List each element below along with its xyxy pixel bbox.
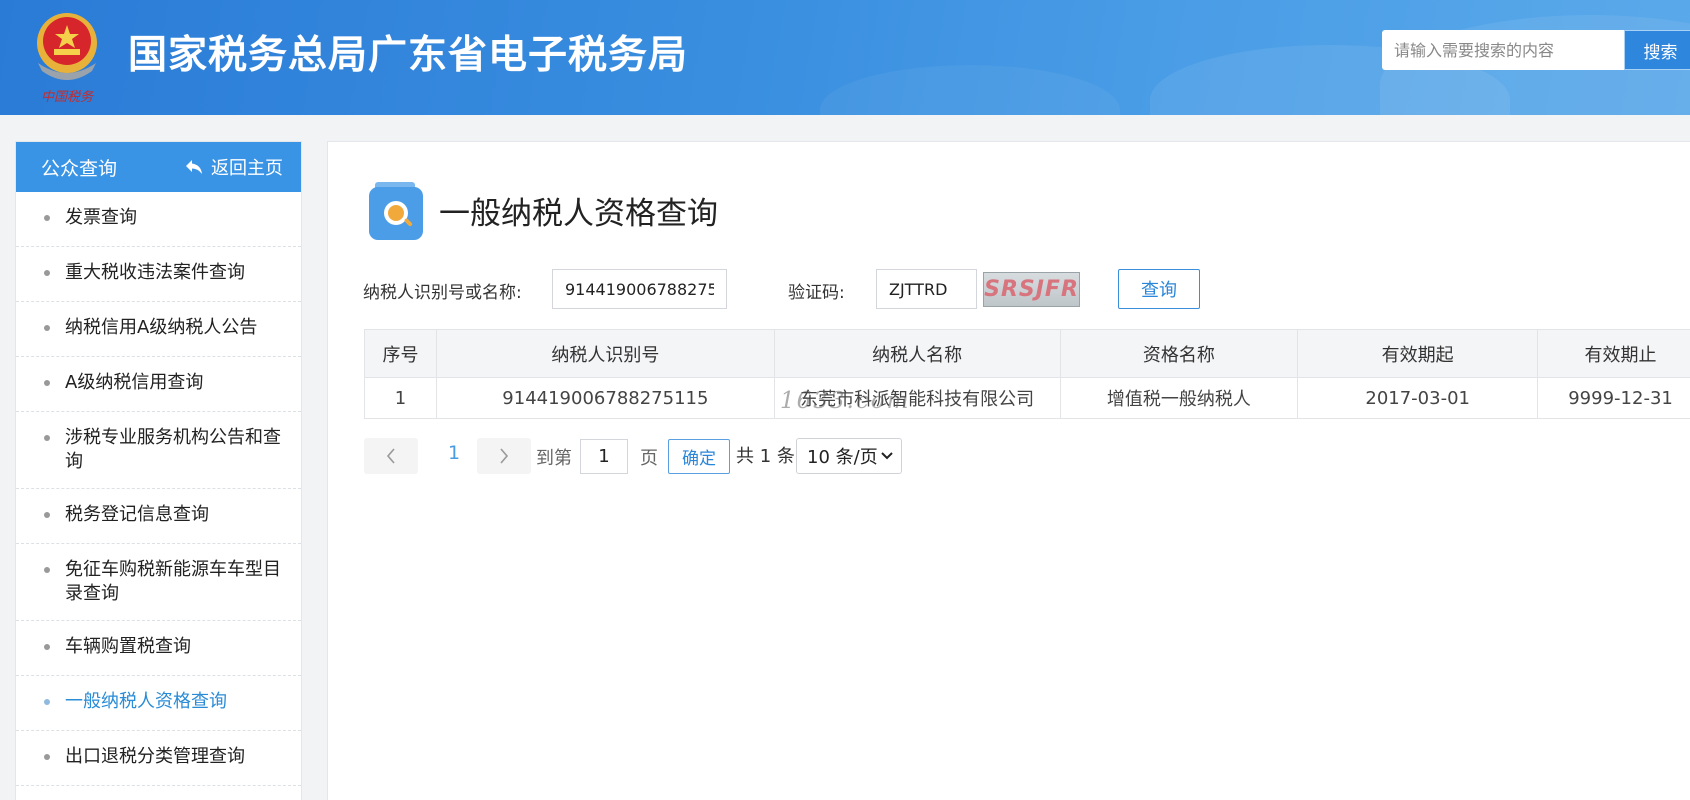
column-header: 序号 <box>364 329 437 378</box>
back-home-link[interactable]: 返回主页 <box>185 154 283 180</box>
bullet-icon <box>44 644 50 650</box>
watermark: 1633.com <box>780 388 911 414</box>
sidebar-item-a-level-credit-query[interactable]: A级纳税信用查询 <box>16 357 301 412</box>
page-size-select[interactable]: 10 条/页 <box>796 438 902 474</box>
search-button[interactable]: 搜索 <box>1624 30 1690 70</box>
column-header: 纳税人识别号 <box>435 329 775 378</box>
table-cell: 1 <box>364 377 437 419</box>
next-page-button[interactable] <box>477 438 531 474</box>
sidebar-item-invoice-query[interactable]: 发票查询 <box>16 192 301 247</box>
svg-text:中国税务: 中国税务 <box>41 90 94 105</box>
table-cell: 增值税一般纳税人 <box>1059 377 1299 419</box>
tax-emblem-logo: 中国税务 <box>37 13 97 105</box>
result-table: 序号 纳税人识别号 纳税人名称 资格名称 有效期起 有效期止 1 9144190… <box>364 329 1690 419</box>
confirm-page-button[interactable]: 确定 <box>668 439 730 474</box>
bullet-icon <box>44 567 50 573</box>
chevron-left-icon <box>386 448 395 464</box>
sidebar-item-service-agency[interactable]: 涉税专业服务机构公告和查询 <box>16 412 301 489</box>
sidebar-item-major-violation-query[interactable]: 重大税收违法案件查询 <box>16 247 301 302</box>
sidebar: 公众查询 返回主页 发票查询 重大税收违法案件查询 纳税信用A级纳税人公告 A级… <box>15 141 302 800</box>
bullet-icon <box>44 699 50 705</box>
page-number-input[interactable] <box>580 439 628 474</box>
sidebar-item-label: A级纳税信用查询 <box>65 372 204 393</box>
column-header: 有效期止 <box>1537 329 1690 378</box>
page-title: 一般纳税人资格查询 <box>439 196 718 232</box>
sidebar-item-label: 一般纳税人资格查询 <box>65 691 227 712</box>
reply-arrow-icon <box>186 160 202 174</box>
sidebar-item-label: 发票查询 <box>65 207 137 228</box>
site-header: 中国税务 国家税务总局广东省电子税务局 搜索 <box>0 0 1690 115</box>
bullet-icon <box>44 754 50 760</box>
page-size-value: 10 条/页 <box>807 447 878 468</box>
site-title: 国家税务总局广东省电子税务局 <box>128 33 689 78</box>
sidebar-item-label: 车辆购置税查询 <box>65 636 191 657</box>
captcha-input[interactable] <box>876 269 977 309</box>
sidebar-header: 公众查询 返回主页 <box>16 142 301 192</box>
sidebar-item-label: 免征车购税新能源车车型目录查询 <box>65 559 281 604</box>
taxpayer-id-input[interactable] <box>552 269 727 309</box>
main-panel: 一般纳税人资格查询 纳税人识别号或名称: 验证码: SRSJFR 查询 序号 纳… <box>327 141 1690 800</box>
total-count: 共 1 条 <box>736 446 795 467</box>
table-header-row: 序号 纳税人识别号 纳税人名称 资格名称 有效期起 有效期止 <box>364 329 1690 378</box>
taxpayer-id-label: 纳税人识别号或名称: <box>363 283 522 303</box>
sidebar-item-registration-query[interactable]: 税务登记信息查询 <box>16 489 301 544</box>
column-header: 纳税人名称 <box>773 329 1061 378</box>
sidebar-item-label: 重大税收违法案件查询 <box>65 262 245 283</box>
table-cell: 2017-03-01 <box>1297 377 1539 419</box>
captcha-image[interactable]: SRSJFR <box>983 272 1080 307</box>
table-cell: 914419006788275115 <box>435 377 775 419</box>
table-row: 1 914419006788275115 东莞市科派智能科技有限公司 增值税一般… <box>364 377 1690 419</box>
sidebar-item-label: 税务登记信息查询 <box>65 504 209 525</box>
chevron-right-icon <box>500 448 509 464</box>
search-document-icon <box>369 182 423 240</box>
sidebar-item-label: 纳税信用A级纳税人公告 <box>65 317 258 338</box>
bullet-icon <box>44 435 50 441</box>
back-home-label: 返回主页 <box>211 158 283 179</box>
captcha-label: 验证码: <box>788 283 845 303</box>
sidebar-item-general-taxpayer[interactable]: 一般纳税人资格查询 <box>16 676 301 731</box>
sidebar-title: 公众查询 <box>41 157 118 180</box>
search-input[interactable] <box>1382 30 1624 70</box>
current-page-number[interactable]: 1 <box>448 442 460 464</box>
bullet-icon <box>44 325 50 331</box>
bullet-icon <box>44 270 50 276</box>
sidebar-item-a-level-notice[interactable]: 纳税信用A级纳税人公告 <box>16 302 301 357</box>
bullet-icon <box>44 512 50 518</box>
prev-page-button[interactable] <box>364 438 418 474</box>
query-button[interactable]: 查询 <box>1118 269 1200 309</box>
sidebar-item-export-rebate[interactable]: 出口退税分类管理查询 <box>16 731 301 786</box>
page-unit-label: 页 <box>640 448 658 469</box>
column-header: 资格名称 <box>1059 329 1299 378</box>
goto-label: 到第 <box>536 448 572 469</box>
sidebar-item-new-energy-vehicle[interactable]: 免征车购税新能源车车型目录查询 <box>16 544 301 621</box>
chevron-down-icon <box>881 452 893 460</box>
table-cell: 9999-12-31 <box>1537 377 1690 419</box>
captcha-text: SRSJFR <box>984 277 1079 302</box>
column-header: 有效期起 <box>1297 329 1539 378</box>
bullet-icon <box>44 215 50 221</box>
sidebar-item-label: 出口退税分类管理查询 <box>65 746 245 767</box>
bullet-icon <box>44 380 50 386</box>
sidebar-item-label: 涉税专业服务机构公告和查询 <box>65 427 281 472</box>
sidebar-item-vehicle-tax-query[interactable]: 车辆购置税查询 <box>16 621 301 676</box>
